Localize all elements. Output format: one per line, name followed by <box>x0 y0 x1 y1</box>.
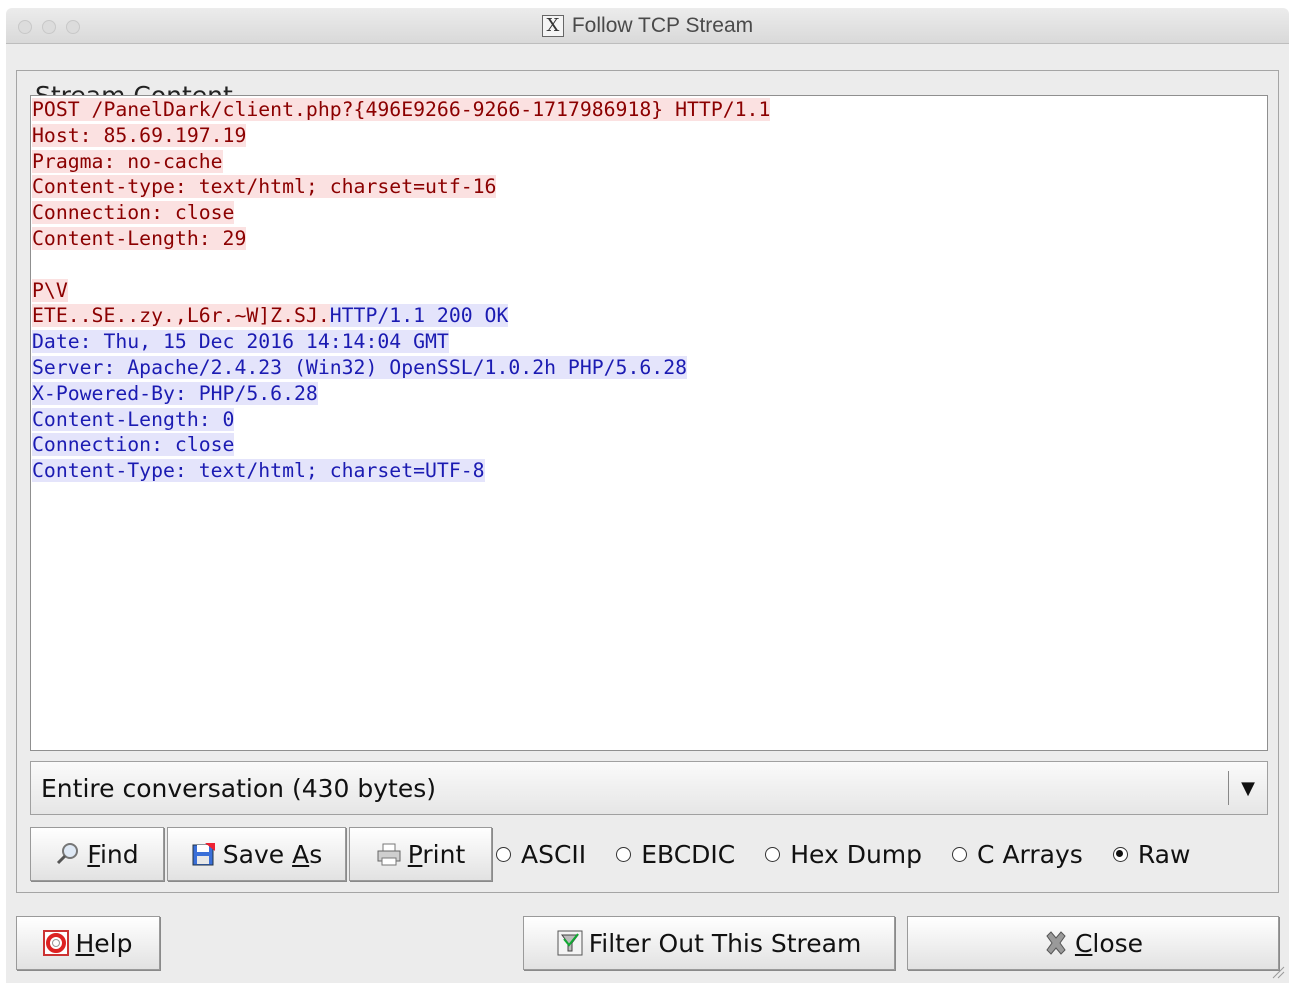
stream-line: Date: Thu, 15 Dec 2016 14:14:04 GMT <box>32 329 770 355</box>
radio-button-icon[interactable] <box>952 846 968 862</box>
find-label-mnemonic: F <box>87 839 100 869</box>
client-text: Content-type: text/html; charset=utf-16 <box>32 175 497 199</box>
lifebuoy-icon <box>43 930 70 956</box>
filter-icon <box>557 930 583 956</box>
printer-icon <box>376 841 402 867</box>
help-mnemonic: H <box>75 928 95 958</box>
stream-line: Content-Length: 0 <box>32 407 770 433</box>
radio-raw[interactable]: Raw <box>1112 839 1191 869</box>
radio-ascii[interactable]: ASCII <box>496 840 586 869</box>
stream-line: ETE..SE..zy.,L6r.~W]Z.SJ.HTTP/1.1 200 OK <box>32 303 770 329</box>
stream-line: POST /PanelDark/client.php?{496E9266-926… <box>32 97 771 123</box>
radio-label: ASCII <box>521 839 587 869</box>
help-button[interactable]: Help <box>16 916 160 970</box>
save-as-label-rest: s <box>309 839 323 869</box>
radio-button-icon[interactable] <box>496 846 511 862</box>
filter-out-label: Filter Out This Stream <box>588 928 862 958</box>
client-text: Connection: close <box>32 201 235 225</box>
stream-line: Host: 85.69.197.19 <box>32 123 770 149</box>
close-mnemonic: C <box>1074 928 1093 958</box>
radio-label: EBCDIC <box>641 839 736 869</box>
radio-button-icon[interactable] <box>1112 846 1128 862</box>
dropdown-arrow-icon[interactable]: ▼ <box>1229 778 1267 799</box>
client-text: ETE..SE..zy.,L6r.~W]Z.SJ. <box>32 304 330 328</box>
stream-lines: POST /PanelDark/client.php?{496E9266-926… <box>32 97 771 484</box>
server-text: Content-Type: text/html; charset=UTF-8 <box>32 459 485 483</box>
stream-line: X-Powered-By: PHP/5.6.28 <box>32 381 770 407</box>
print-mnemonic: P <box>407 839 423 869</box>
radio-button-icon[interactable] <box>765 846 781 862</box>
radio-label: Raw <box>1137 839 1191 869</box>
close-x-icon <box>1043 930 1069 956</box>
stream-line: P\V <box>32 278 770 304</box>
dialog-body: Stream Content POST /PanelDark/client.ph… <box>6 44 1289 983</box>
client-text: Content-Length: 29 <box>32 226 247 250</box>
server-text: Connection: close <box>32 433 235 457</box>
stream-line: Content-Type: text/html; charset=UTF-8 <box>32 458 770 484</box>
radio-c-arrays[interactable]: C Arrays <box>952 840 1083 869</box>
server-text: Date: Thu, 15 Dec 2016 14:14:04 GMT <box>32 330 449 354</box>
server-text: HTTP/1.1 200 OK <box>329 304 509 328</box>
resize-grip-icon[interactable] <box>1269 963 1285 979</box>
radio-label: C Arrays <box>977 839 1083 869</box>
stream-line: Content-Length: 29 <box>32 226 770 252</box>
save-as-label: Save <box>222 839 293 869</box>
stream-line: Content-type: text/html; charset=utf-16 <box>32 174 770 200</box>
find-label: ind <box>99 839 139 869</box>
radio-hex-dump[interactable]: Hex Dump <box>765 840 922 869</box>
radio-label: Hex Dump <box>790 839 923 869</box>
save-as-button[interactable]: Save As <box>167 827 346 881</box>
radio-button-icon[interactable] <box>616 846 632 862</box>
save-as-mnemonic: A <box>292 839 310 869</box>
format-radio-group: ASCII EBCDIC Hex Dump C Arrays Raw <box>496 832 1220 876</box>
server-text: Server: Apache/2.4.23 (Win32) OpenSSL/1.… <box>32 355 688 379</box>
client-text: P\V <box>32 278 68 302</box>
stream-content-group: Stream Content POST /PanelDark/client.ph… <box>16 70 1279 893</box>
stream-line <box>32 252 770 278</box>
close-label: lose <box>1092 928 1144 958</box>
magnifier-icon <box>55 841 81 867</box>
stream-line: Server: Apache/2.4.23 (Win32) OpenSSL/1.… <box>32 355 770 381</box>
stream-text-area[interactable]: POST /PanelDark/client.php?{496E9266-926… <box>30 95 1268 751</box>
client-text: Host: 85.69.197.19 <box>32 123 247 147</box>
server-text: X-Powered-By: PHP/5.6.28 <box>32 381 318 405</box>
conversation-select-value: Entire conversation (430 bytes) <box>41 773 437 803</box>
server-text: Content-Length: 0 <box>32 407 235 431</box>
print-button[interactable]: Print <box>349 827 492 881</box>
stream-line: Connection: close <box>32 200 770 226</box>
find-button[interactable]: Find <box>30 827 164 881</box>
stream-line: Connection: close <box>32 432 770 458</box>
print-label: rint <box>422 839 466 869</box>
radio-ebcdic[interactable]: EBCDIC <box>616 840 735 869</box>
client-text: POST /PanelDark/client.php?{496E9266-926… <box>32 98 771 121</box>
stream-line: Pragma: no-cache <box>32 149 770 175</box>
window-titlebar: X Follow TCP Stream <box>6 8 1289 44</box>
x11-icon: X <box>541 15 564 37</box>
client-text: Pragma: no-cache <box>32 149 223 173</box>
filter-out-stream-button[interactable]: Filter Out This Stream <box>523 916 895 970</box>
help-label: elp <box>94 928 133 958</box>
save-icon <box>191 841 217 867</box>
conversation-select[interactable]: Entire conversation (430 bytes) ▼ <box>30 761 1268 815</box>
close-button[interactable]: Close <box>907 916 1279 970</box>
window-title: Follow TCP Stream <box>571 14 754 37</box>
